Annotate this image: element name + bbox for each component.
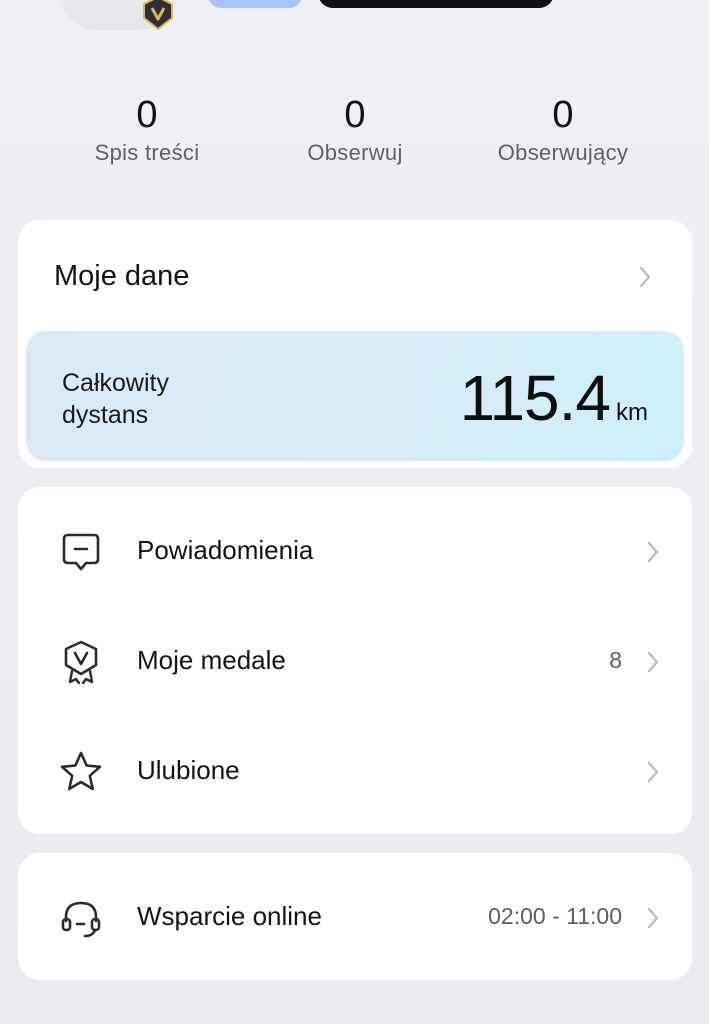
distance-number: 115.4 xyxy=(459,362,611,434)
profile-stats: 0 Spis treści 0 Obserwuj 0 Obserwujący xyxy=(0,92,709,182)
stat-value: 0 xyxy=(136,94,158,136)
headset-icon xyxy=(61,901,101,938)
level-pill[interactable] xyxy=(208,0,302,8)
my-data-card: Moje dane Całkowity dystans 115.4 km xyxy=(18,220,692,468)
stat-followers[interactable]: 0 Obserwujący xyxy=(463,92,663,166)
member-pill[interactable] xyxy=(318,0,554,8)
menu-item-label: Ulubione xyxy=(137,755,240,785)
stat-contents[interactable]: 0 Spis treści xyxy=(47,92,247,166)
medal-count: 8 xyxy=(609,647,622,673)
stat-label: Obserwujący xyxy=(497,140,629,165)
my-data-title[interactable]: Moje dane xyxy=(54,260,189,293)
menu-item-label: Moje medale xyxy=(137,645,286,675)
v-shield-badge-icon xyxy=(143,0,173,30)
menu-item-medals[interactable]: Moje medale 8 xyxy=(18,607,692,717)
chevron-right-icon xyxy=(647,541,659,563)
stat-value: 0 xyxy=(344,94,366,136)
menu-item-label: Wsparcie online xyxy=(137,901,322,931)
stat-label: Spis treści xyxy=(94,140,200,165)
chevron-right-icon[interactable] xyxy=(638,266,652,288)
chevron-right-icon xyxy=(647,651,659,673)
distance-unit: km xyxy=(616,399,648,426)
menu-item-online-support[interactable]: Wsparcie online 02:00 - 11:00 xyxy=(18,863,692,973)
total-distance-value: 115.4 km xyxy=(460,361,648,435)
stat-value: 0 xyxy=(552,94,574,136)
medal-icon xyxy=(64,640,98,685)
stat-label: Obserwuj xyxy=(307,140,403,165)
star-icon xyxy=(60,751,102,791)
profile-page: 0 Spis treści 0 Obserwuj 0 Obserwujący M… xyxy=(0,0,709,1024)
menu-card: Powiadomienia Moje medale 8 Ulubione xyxy=(18,487,692,834)
menu-item-label: Powiadomienia xyxy=(137,535,314,565)
chevron-right-icon xyxy=(647,907,659,929)
total-distance-panel[interactable]: Całkowity dystans 115.4 km xyxy=(26,331,684,461)
support-card: Wsparcie online 02:00 - 11:00 xyxy=(18,853,692,980)
menu-item-favorites[interactable]: Ulubione xyxy=(18,717,692,827)
menu-item-notifications[interactable]: Powiadomienia xyxy=(18,497,692,607)
message-icon xyxy=(62,533,100,571)
total-distance-label: Całkowity dystans xyxy=(62,369,169,429)
chevron-right-icon xyxy=(647,761,659,783)
stat-following[interactable]: 0 Obserwuj xyxy=(255,92,455,166)
support-hours: 02:00 - 11:00 xyxy=(488,903,622,929)
